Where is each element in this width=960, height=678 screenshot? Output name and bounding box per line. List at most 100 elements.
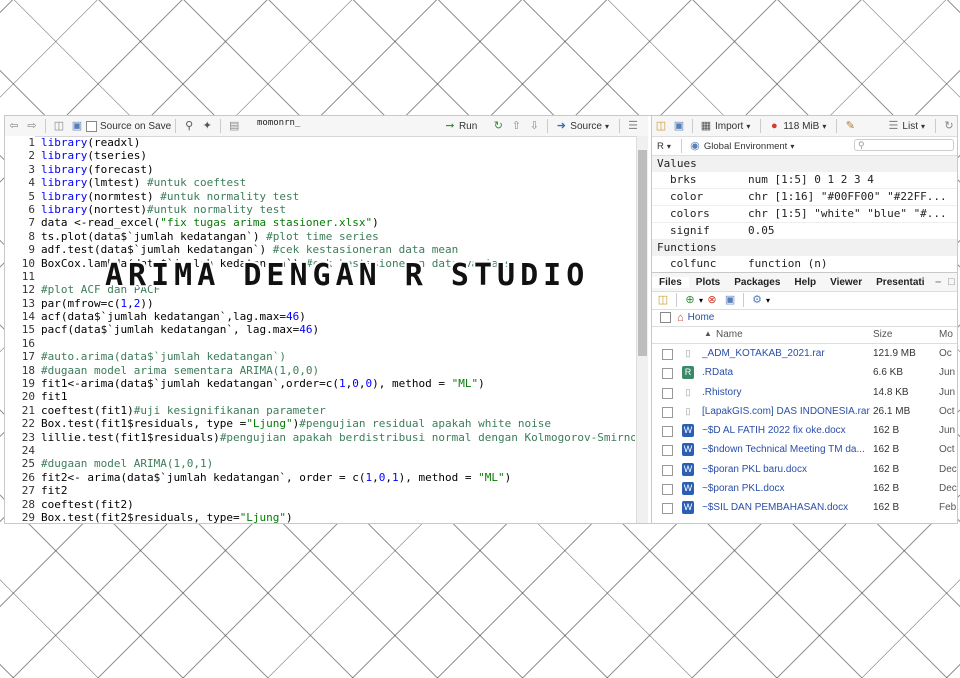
file-row[interactable]: W ~$D AL FATIH 2022 fix oke.docx 162 B Jun	[652, 421, 957, 440]
file-checkbox[interactable]	[662, 387, 673, 399]
code-line[interactable]: par(mfrow=c(1,2))	[41, 297, 635, 310]
refresh-icon[interactable]: ↻	[942, 119, 956, 133]
chevron-down-icon[interactable]: ▾	[746, 122, 750, 131]
delete-icon[interactable]: ⊗	[705, 293, 719, 307]
chevron-down-icon[interactable]: ▾	[605, 122, 609, 131]
import-icon[interactable]: ▦	[699, 119, 713, 133]
code-line[interactable]: coeftest(fit2)	[41, 498, 635, 511]
file-row[interactable]: W ~$poran PKL.docx 162 B Dec	[652, 479, 957, 498]
file-checkbox[interactable]	[662, 426, 673, 438]
add-icon[interactable]: ⊕	[683, 293, 697, 307]
file-name-link[interactable]: ~$poran PKL.docx	[702, 483, 870, 494]
chevron-down-icon[interactable]: ▾	[790, 142, 794, 151]
code-line[interactable]: coeftest(fit1)#uji kesignifikanan parame…	[41, 404, 635, 417]
file-row[interactable]: W ~$ndown Technical Meeting TM da... 162 B…	[652, 440, 957, 459]
tab-packages[interactable]: Packages	[727, 277, 787, 288]
file-row[interactable]: R .RData 6.6 KB Jun	[652, 363, 957, 382]
code-line[interactable]: Box.test(fit1$residuals, type ="Ljung")#…	[41, 417, 635, 430]
outline-icon[interactable]: ☰	[626, 119, 640, 133]
tab-help[interactable]: Help	[787, 277, 823, 288]
editor-scrollbar-thumb[interactable]	[638, 150, 647, 356]
language-select[interactable]: R	[657, 141, 664, 152]
gear-icon[interactable]: ⚙	[750, 293, 764, 307]
code-line[interactable]: acf(data$`jumlah kedatangan`,lag.max=46)	[41, 310, 635, 323]
environment-row[interactable]: brks num [1:5] 0 1 2 3 4	[652, 172, 957, 189]
code-line[interactable]: #dugaan model arima sementara ARIMA(1,0,…	[41, 364, 635, 377]
file-checkbox[interactable]	[662, 503, 673, 515]
back-icon[interactable]: ⇦	[7, 119, 21, 133]
show-in-window-icon[interactable]: ◫	[52, 119, 66, 133]
file-row[interactable]: ▯ [LapakGIS.com] DAS INDONESIA.rar 26.1 MB…	[652, 402, 957, 421]
editor-scrollbar[interactable]	[636, 136, 648, 523]
code-line[interactable]	[41, 444, 635, 457]
code-line[interactable]: #auto.arima(data$`jumlah kedatangan`)	[41, 350, 635, 363]
editor-tab-name[interactable]: momonrn_	[257, 118, 300, 128]
code-line[interactable]: fit2<- arima(data$`jumlah kedatangan`, o…	[41, 471, 635, 484]
run-icon[interactable]: ➞	[443, 119, 457, 133]
memory-usage-icon[interactable]: ●	[767, 119, 781, 133]
file-checkbox[interactable]	[662, 406, 673, 418]
environment-row[interactable]: colors chr [1:5] "white" "blue" "#...	[652, 206, 957, 223]
environment-row[interactable]: color chr [1:16] "#00FF00" "#22FF...	[652, 189, 957, 206]
file-name-link[interactable]: ~$SIL DAN PEMBAHASAN.docx	[702, 502, 870, 513]
chevron-down-icon[interactable]: ▾	[667, 142, 671, 151]
file-checkbox[interactable]	[662, 368, 673, 380]
tab-viewer[interactable]: Viewer	[823, 277, 869, 288]
import-dataset-button[interactable]: Import	[715, 121, 743, 132]
source-on-save-checkbox[interactable]	[86, 120, 97, 132]
environment-row[interactable]: colfunc function (n)	[652, 256, 957, 273]
list-view-button[interactable]: List	[902, 121, 918, 132]
code-line[interactable]: Box.test(fit2$residuals, type="Ljung")	[41, 511, 635, 523]
file-row[interactable]: ▯ _ADM_KOTAKAB_2021.rar 121.9 MB Oc	[652, 344, 957, 363]
file-checkbox[interactable]	[662, 484, 673, 496]
file-checkbox[interactable]	[662, 464, 673, 476]
rerun-icon[interactable]: ↻	[491, 119, 505, 133]
code-line[interactable]: library(normtest) #untuk normality test	[41, 190, 635, 203]
code-line[interactable]: library(nortest)#untuk normality test	[41, 203, 635, 216]
select-all-checkbox[interactable]	[660, 312, 671, 323]
path-home-link[interactable]: Home	[688, 312, 715, 323]
code-area[interactable]: 1 2 3 4 5 6 7 8 9 10 11 12 13 14 15 16 17 18 19 20 21 22 23 24 2…	[5, 136, 635, 523]
code-line[interactable]: fit2	[41, 484, 635, 497]
name-column-header[interactable]: Name	[716, 329, 743, 340]
code-line[interactable]	[41, 337, 635, 350]
file-row[interactable]: W ~$SIL DAN PEMBAHASAN.docx 162 B Feb	[652, 498, 957, 517]
new-folder-icon[interactable]: ◫	[656, 293, 670, 307]
save-icon[interactable]: ▣	[70, 119, 84, 133]
file-name-link[interactable]: ~$poran PKL baru.docx	[702, 464, 870, 475]
broom-icon[interactable]: ✎	[843, 119, 857, 133]
tab-plots[interactable]: Plots	[689, 277, 727, 288]
file-row[interactable]: W ~$poran PKL baru.docx 162 B Dec	[652, 460, 957, 479]
code-line[interactable]: library(tseries)	[41, 149, 635, 162]
minimize-icon[interactable]: –	[934, 275, 943, 289]
code-line[interactable]: library(lmtest) #untuk coeftest	[41, 176, 635, 189]
code-line[interactable]: ts.plot(data$`jumlah kedatangan`) #plot …	[41, 230, 635, 243]
environment-search-input[interactable]: ⚲	[854, 139, 954, 151]
file-name-link[interactable]: ~$ndown Technical Meeting TM da...	[702, 444, 870, 455]
file-checkbox[interactable]	[662, 445, 673, 457]
file-checkbox[interactable]	[662, 349, 673, 360]
tab-presentati[interactable]: Presentati	[869, 277, 931, 288]
code-line[interactable]: library(forecast)	[41, 163, 635, 176]
source-button[interactable]: Source	[570, 121, 602, 132]
file-name-link[interactable]: _ADM_KOTAKAB_2021.rar	[702, 348, 870, 359]
chevron-down-icon[interactable]: ▾	[766, 296, 770, 305]
go-up-icon[interactable]: ⇧	[509, 119, 523, 133]
environment-row[interactable]: signif 0.05	[652, 223, 957, 240]
code-line[interactable]: data <-read_excel("fix tugas arima stasi…	[41, 216, 635, 229]
code-lines[interactable]: library(readxl) library(tseries) library(f…	[41, 136, 635, 523]
code-line[interactable]: #dugaan model ARIMA(1,0,1)	[41, 457, 635, 470]
memory-usage-label[interactable]: 118 MiB	[783, 121, 819, 132]
home-icon[interactable]: ⌂	[677, 312, 684, 324]
file-name-link[interactable]: ~$D AL FATIH 2022 fix oke.docx	[702, 425, 870, 436]
file-name-link[interactable]: .RData	[702, 367, 870, 378]
file-name-link[interactable]: [LapakGIS.com] DAS INDONESIA.rar	[702, 406, 870, 417]
chevron-down-icon[interactable]: ▾	[822, 122, 826, 131]
code-line[interactable]: library(readxl)	[41, 136, 635, 149]
code-line[interactable]: lillie.test(fit1$residuals)#pengujian ap…	[41, 431, 635, 444]
code-tools-icon[interactable]: ✦	[200, 119, 214, 133]
load-workspace-icon[interactable]: ◫	[654, 119, 668, 133]
search-icon[interactable]: ⚲	[182, 119, 196, 133]
code-line[interactable]: pacf(data$`jumlah kedatangan`, lag.max=4…	[41, 323, 635, 336]
go-down-icon[interactable]: ⇩	[527, 119, 541, 133]
